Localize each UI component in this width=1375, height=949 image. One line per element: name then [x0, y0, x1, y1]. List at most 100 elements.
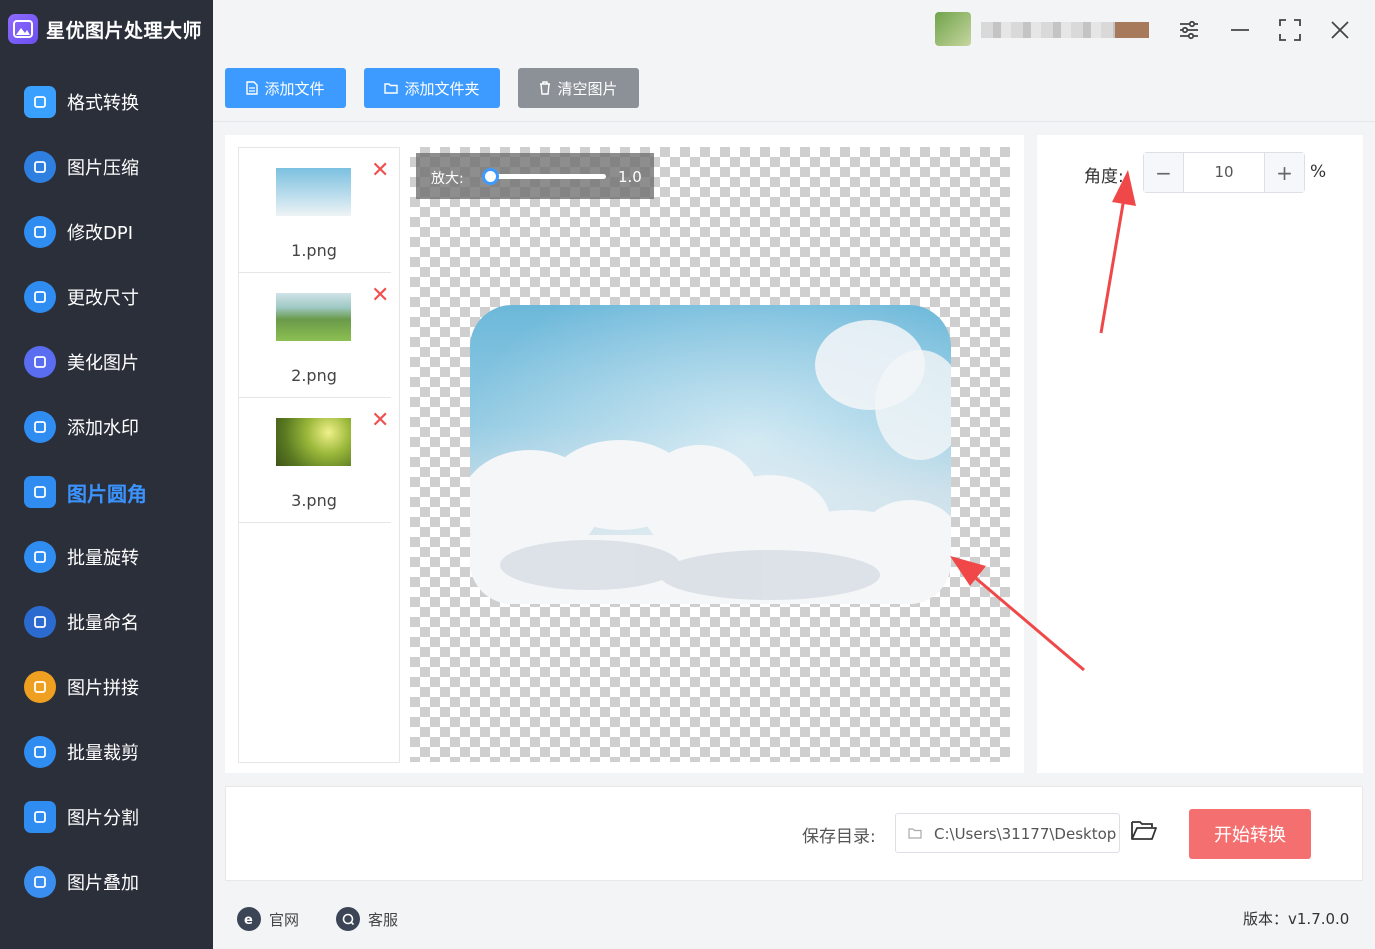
angle-label: 角度:: [1084, 167, 1124, 187]
folder-icon: [384, 83, 399, 94]
remove-file-icon[interactable]: ✕: [371, 285, 389, 307]
avatar[interactable]: [935, 12, 971, 46]
start-convert-button[interactable]: 开始转换: [1189, 809, 1311, 859]
sidebar-item[interactable]: 图片叠加: [0, 856, 213, 908]
save-dir-label: 保存目录:: [802, 827, 876, 847]
zoom-value: 1.0: [618, 168, 642, 186]
sidebar-item[interactable]: 图片拼接: [0, 661, 213, 713]
thumbnail-flowers: [276, 418, 351, 466]
stitch-icon: [24, 671, 56, 703]
add-folder-button[interactable]: 添加文件夹: [364, 68, 500, 108]
angle-unit: %: [1310, 162, 1327, 182]
thumbnail-field: [276, 293, 351, 341]
overlay-icon: [24, 866, 56, 898]
svg-text:e: e: [244, 913, 253, 926]
sidebar-item-label: 图片压缩: [67, 158, 139, 179]
sidebar-item-label: 添加水印: [67, 418, 139, 439]
beautify-icon: [24, 346, 56, 378]
zoom-slider[interactable]: [482, 168, 606, 185]
title-bar: [213, 0, 1375, 60]
crop-icon: [24, 736, 56, 768]
sidebar-item-label: 批量命名: [67, 613, 139, 634]
sidebar-item[interactable]: 批量旋转: [0, 531, 213, 583]
add-folder-label: 添加文件夹: [404, 79, 480, 98]
preview-image: [470, 305, 951, 604]
zoom-slider-handle[interactable]: [482, 168, 499, 185]
sidebar-item-label: 图片圆角: [67, 481, 147, 506]
sidebar-item-label: 格式转换: [67, 93, 139, 114]
list-item[interactable]: ✕ 2.png: [239, 273, 391, 398]
remove-file-icon[interactable]: ✕: [371, 160, 389, 182]
rename-icon: [24, 606, 56, 638]
sidebar-item[interactable]: 图片圆角: [0, 466, 213, 518]
zoom-control: 放大: 1.0: [416, 153, 654, 199]
sidebar-item[interactable]: 更改尺寸: [0, 271, 213, 323]
sidebar-item-label: 修改DPI: [67, 223, 134, 244]
app-title: 星优图片处理大师: [46, 19, 203, 42]
sidebar-item[interactable]: 美化图片: [0, 336, 213, 388]
sidebar-item-label: 美化图片: [67, 353, 139, 374]
sidebar-item[interactable]: 图片分割: [0, 791, 213, 843]
sidebar-item[interactable]: 批量命名: [0, 596, 213, 648]
open-folder-icon[interactable]: [1130, 818, 1160, 848]
sidebar-item-label: 图片叠加: [67, 873, 139, 894]
folder-icon: [908, 828, 922, 839]
clear-images-label: 清空图片: [557, 79, 618, 98]
settings-sliders-icon[interactable]: [1173, 14, 1205, 46]
angle-input[interactable]: 10: [1184, 153, 1264, 192]
clear-images-button[interactable]: 清空图片: [518, 68, 639, 108]
remove-file-icon[interactable]: ✕: [371, 410, 389, 432]
save-path-field[interactable]: C:\Users\31177\Desktop: [895, 813, 1120, 853]
website-link[interactable]: e 官网: [237, 906, 299, 932]
support-link[interactable]: 客服: [336, 906, 398, 932]
format-convert-icon: [24, 86, 56, 118]
minimize-icon[interactable]: [1224, 14, 1256, 46]
brand: 星优图片处理大师: [8, 12, 202, 46]
split-icon: [24, 801, 56, 833]
rotate-icon: [24, 541, 56, 573]
sidebar-item[interactable]: 批量裁剪: [0, 726, 213, 778]
file-name: 1.png: [291, 241, 337, 260]
list-item[interactable]: ✕ 3.png: [239, 398, 391, 523]
watermark-icon: [24, 411, 56, 443]
dpi-icon: [24, 216, 56, 248]
image-mountain-icon: [8, 14, 38, 44]
angle-stepper: − 10 +: [1143, 152, 1305, 193]
save-path-value: C:\Users\31177\Desktop: [934, 825, 1117, 843]
toolbar-divider: [213, 121, 1375, 122]
file-name: 3.png: [291, 491, 337, 510]
sidebar-item[interactable]: 修改DPI: [0, 206, 213, 258]
username-blurred: [981, 22, 1149, 38]
file-name: 2.png: [291, 366, 337, 385]
list-item[interactable]: ✕ 1.png: [239, 148, 391, 273]
file-list: ✕ 1.png ✕ 2.png ✕ 3.png: [238, 147, 400, 763]
close-icon[interactable]: [1324, 14, 1356, 46]
rounded-corner-icon: [24, 476, 56, 508]
increase-button[interactable]: +: [1264, 153, 1304, 192]
sidebar-item-label: 批量旋转: [67, 548, 139, 569]
version-text: 版本：v1.7.0.0: [1243, 910, 1350, 928]
sidebar-item-label: 批量裁剪: [67, 743, 139, 764]
browser-icon: e: [237, 907, 261, 931]
resize-icon: [24, 281, 56, 313]
sidebar-item-label: 图片拼接: [67, 678, 139, 699]
compress-icon: [24, 151, 56, 183]
sidebar-item[interactable]: 添加水印: [0, 401, 213, 453]
add-file-button[interactable]: 添加文件: [225, 68, 346, 108]
thumbnail-sky: [276, 168, 351, 216]
support-label: 客服: [368, 910, 399, 929]
website-label: 官网: [269, 910, 300, 929]
file-icon: [246, 81, 259, 95]
sidebar-item[interactable]: 图片压缩: [0, 141, 213, 193]
sidebar: 星优图片处理大师 格式转换图片压缩修改DPI 更改尺寸美化图片添加水印图片圆角批量…: [0, 0, 213, 949]
maximize-icon[interactable]: [1274, 14, 1306, 46]
sidebar-item-label: 更改尺寸: [67, 288, 139, 309]
chat-icon: [336, 907, 360, 931]
zoom-label: 放大:: [431, 171, 464, 187]
sidebar-item-label: 图片分割: [67, 808, 139, 829]
trash-icon: [540, 81, 551, 95]
settings-panel: [1037, 135, 1363, 773]
add-file-label: 添加文件: [264, 79, 325, 98]
sidebar-item[interactable]: 格式转换: [0, 76, 213, 128]
decrease-button[interactable]: −: [1144, 153, 1184, 192]
